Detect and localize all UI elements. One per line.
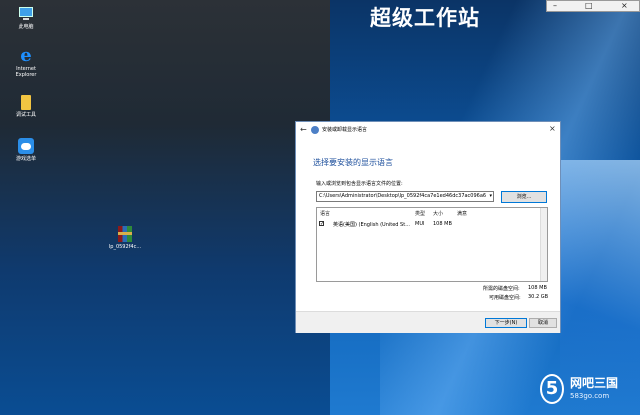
- language-file-path-input[interactable]: C:\Users\Administrator\Desktop\lp_0592f4…: [316, 191, 494, 202]
- back-arrow-icon[interactable]: ←: [300, 125, 307, 134]
- dialog-titlebar[interactable]: ← 安装或卸载显示语言 ×: [296, 122, 560, 138]
- column-header-status[interactable]: 满意: [457, 210, 467, 217]
- logo-name: 网吧三国: [570, 376, 619, 390]
- chevron-down-icon[interactable]: ▾: [489, 192, 492, 201]
- dialog-title: 安装或卸载显示语言: [322, 127, 368, 133]
- browse-button[interactable]: 浏览...: [501, 191, 547, 203]
- desktop-icon-label: 调试工具: [15, 112, 36, 118]
- maximize-icon[interactable]: □: [585, 1, 593, 10]
- background-window-controls[interactable]: – □ ×: [546, 0, 640, 12]
- path-value: C:\Users\Administrator\Desktop\lp_0592f4…: [319, 193, 487, 199]
- list-scrollbar[interactable]: [540, 208, 547, 281]
- column-header-type[interactable]: 类型: [415, 210, 425, 217]
- path-label: 输入或浏览到包含显示语言文件的位置:: [316, 181, 403, 187]
- desktop-icon-this-pc[interactable]: 此电脑: [6, 6, 46, 30]
- next-button[interactable]: 下一步(N): [485, 318, 527, 328]
- available-space-value: 30.2 GB: [528, 294, 549, 300]
- dialog-button-bar: 下一步(N) 取消: [296, 311, 560, 333]
- close-icon[interactable]: ×: [549, 124, 556, 133]
- desktop-icon-label: 游戏选单: [15, 156, 36, 162]
- desktop-icon-label: Internet Explorer: [15, 66, 37, 78]
- language-list: 语言 类型 大小 满意 ✓ 英语(美国) (English (United St…: [316, 207, 548, 282]
- folder-icon: [17, 94, 35, 110]
- language-globe-icon: [311, 126, 319, 134]
- minimize-icon[interactable]: –: [553, 1, 557, 10]
- close-icon[interactable]: ×: [621, 1, 628, 10]
- row-type: MUI: [415, 221, 425, 227]
- table-row[interactable]: ✓ 英语(美国) (English (United St... MUI 108 …: [317, 220, 542, 229]
- desktop-icon-debug-tools[interactable]: 调试工具: [6, 94, 46, 118]
- row-size: 108 MB: [433, 221, 452, 227]
- install-display-language-dialog: ← 安装或卸载显示语言 × 选择要安装的显示语言 输入或浏览到包含显示语言文件的…: [295, 121, 561, 333]
- game-controller-icon: [17, 138, 35, 154]
- wallpaper-dark-region: [0, 0, 330, 415]
- desktop-icon-label: lp_0592f4c...: [108, 244, 142, 250]
- desktop-icon-internet-explorer[interactable]: e Internet Explorer: [6, 45, 46, 79]
- column-header-size[interactable]: 大小: [433, 210, 443, 217]
- top-watermark-text: 超级工作站: [370, 6, 480, 30]
- required-space-label: 所需的磁盘空间:: [483, 286, 520, 292]
- column-header-language[interactable]: 语言: [320, 210, 330, 217]
- logo-site: 583go.com: [570, 392, 610, 400]
- internet-explorer-icon: e: [20, 45, 32, 66]
- required-space-value: 108 MB: [528, 285, 547, 291]
- desktop-icon-language-pack[interactable]: lp_0592f4c...: [105, 226, 145, 250]
- logo-digit: 5: [540, 374, 564, 404]
- desktop-icon-label: 此电脑: [18, 24, 34, 30]
- row-language: 英语(美国) (English (United St...: [333, 222, 410, 228]
- dialog-heading: 选择要安装的显示语言: [313, 158, 393, 167]
- language-checkbox[interactable]: ✓: [319, 221, 324, 227]
- computer-icon: [17, 6, 35, 22]
- archive-icon: [116, 226, 134, 242]
- desktop-icon-game-menu[interactable]: 游戏选单: [6, 138, 46, 162]
- available-space-label: 可用磁盘空间:: [489, 295, 521, 301]
- cancel-button[interactable]: 取消: [529, 318, 557, 328]
- site-logo: 5 网吧三国 583go.com: [540, 372, 640, 412]
